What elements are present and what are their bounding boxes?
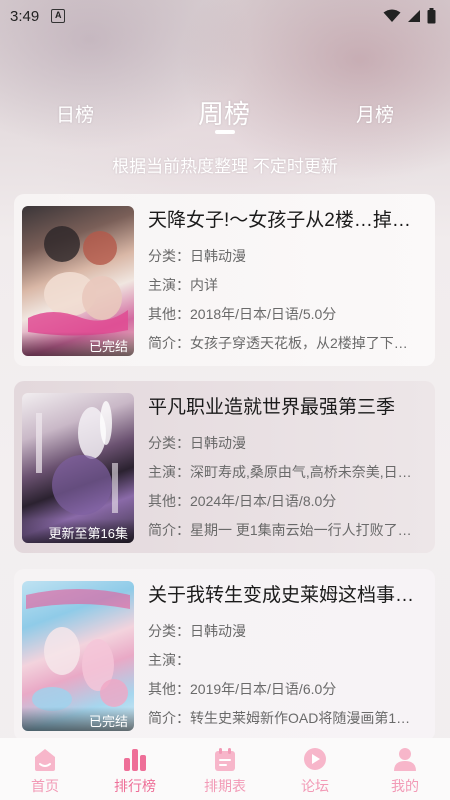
profile-icon <box>394 748 416 771</box>
wifi-icon <box>383 9 401 22</box>
list-item[interactable]: 更新至第16集 平凡职业造就世界最强第三季 分类：日韩动漫 主演：深町寿成,桑原… <box>14 381 435 553</box>
nav-item-profile[interactable]: 我的 <box>369 746 441 796</box>
cover-image: 已完结 <box>22 581 134 731</box>
nav-label: 我的 <box>391 778 419 794</box>
tab-weekly[interactable]: 周榜 <box>198 94 250 131</box>
item-title: 关于我转生变成史莱姆这档事… <box>148 585 415 606</box>
item-cast: 主演： <box>148 652 190 668</box>
item-cast: 主演：深町寿成,桑原由气,高桥未奈美,日… <box>148 464 412 480</box>
signal-icon <box>408 10 420 22</box>
episode-badge: 已完结 <box>22 707 134 731</box>
schedule-icon <box>215 748 235 771</box>
ranking-tabs: 日榜 周榜 月榜 <box>0 88 450 138</box>
forum-icon <box>304 748 326 770</box>
tab-monthly[interactable]: 月榜 <box>356 100 394 127</box>
nav-item-schedule[interactable]: 排期表 <box>189 746 261 796</box>
rank-icon <box>124 749 146 771</box>
nav-item-forum[interactable]: 论坛 <box>279 746 351 796</box>
list-item[interactable]: 已完结 关于我转生变成史莱姆这档事… 分类：日韩动漫 主演： 其他：2019年/… <box>14 569 435 741</box>
cover-image: 已完结 <box>22 206 134 356</box>
nav-label: 论坛 <box>301 778 329 794</box>
episode-badge: 已完结 <box>22 332 134 356</box>
item-title: 天降女子!～女孩子从2楼…掉… <box>148 210 411 231</box>
item-info: 关于我转生变成史莱姆这档事… 分类：日韩动漫 主演： 其他：2019年/日本/日… <box>148 581 427 729</box>
item-category: 分类：日韩动漫 <box>148 623 246 639</box>
nav-label: 首页 <box>31 778 59 794</box>
status-time: 3:49 <box>10 7 40 25</box>
nav-label: 排行榜 <box>114 778 156 794</box>
nav-item-ranking[interactable]: 排行榜 <box>99 746 171 796</box>
item-info: 天降女子!～女孩子从2楼…掉… 分类：日韩动漫 主演：内详 其他：2018年/日… <box>148 206 427 354</box>
nav-label: 排期表 <box>204 778 246 794</box>
nav-item-home[interactable]: 首页 <box>9 746 81 796</box>
item-synopsis: 简介：女孩子穿透天花板，从2楼掉了下… <box>148 335 408 351</box>
item-title: 平凡职业造就世界最强第三季 <box>148 397 396 418</box>
item-other: 其他：2018年/日本/日语/5.0分 <box>148 306 337 322</box>
bottom-nav: 首页 排行榜 排期表 论坛 我的 <box>0 738 450 800</box>
item-synopsis: 简介：转生史莱姆新作OAD将随漫画第1… <box>148 710 411 726</box>
battery-icon <box>427 8 436 24</box>
tab-daily[interactable]: 日榜 <box>56 100 94 127</box>
page-subtitle: 根据当前热度整理 不定时更新 <box>112 157 338 176</box>
status-bar: 3:49 A <box>0 0 450 32</box>
home-icon <box>35 749 55 771</box>
item-category: 分类：日韩动漫 <box>148 435 246 451</box>
episode-badge: 更新至第16集 <box>22 519 134 543</box>
item-cast: 主演：内详 <box>148 277 218 293</box>
item-other: 其他：2019年/日本/日语/6.0分 <box>148 681 337 697</box>
tab-indicator <box>215 130 235 134</box>
notification-icon: A <box>51 9 66 23</box>
item-category: 分类：日韩动漫 <box>148 248 246 264</box>
item-other: 其他：2024年/日本/日语/8.0分 <box>148 493 337 509</box>
list-item[interactable]: 已完结 天降女子!～女孩子从2楼…掉… 分类：日韩动漫 主演：内详 其他：201… <box>14 194 435 366</box>
item-info: 平凡职业造就世界最强第三季 分类：日韩动漫 主演：深町寿成,桑原由气,高桥未奈美… <box>148 393 427 541</box>
item-synopsis: 简介：星期一 更1集南云始一行人打败了… <box>148 522 412 538</box>
cover-image: 更新至第16集 <box>22 393 134 543</box>
